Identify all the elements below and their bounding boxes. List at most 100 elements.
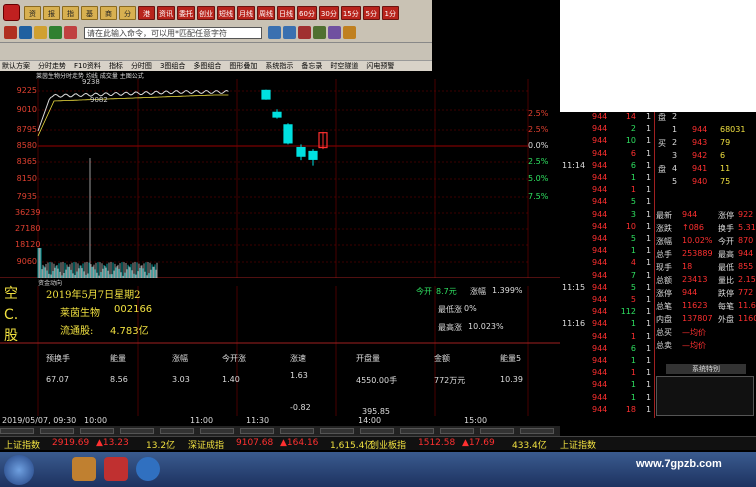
- toolbar-button[interactable]: 月线: [237, 6, 255, 20]
- start-button[interactable]: [4, 455, 34, 485]
- settings-icon[interactable]: [328, 26, 341, 39]
- toolbar-button[interactable]: 5分: [362, 6, 380, 20]
- app-icon[interactable]: [136, 457, 160, 481]
- menu-item[interactable]: 分时走势: [38, 61, 66, 71]
- index-name[interactable]: 上证指数: [560, 438, 596, 451]
- field-value: 10.02%: [682, 236, 713, 245]
- indicator-tab[interactable]: [200, 428, 234, 434]
- toolbar-button[interactable]: 短线: [217, 6, 235, 20]
- indicator-tab[interactable]: [240, 428, 274, 434]
- indicator-tab[interactable]: [360, 428, 394, 434]
- quote-price: 944: [592, 392, 608, 402]
- menu-item[interactable]: 指标: [109, 61, 123, 71]
- menu-item[interactable]: 闪电预警: [366, 61, 394, 71]
- menu-item[interactable]: 3图组合: [160, 61, 185, 71]
- order-label: 盘: [658, 113, 666, 122]
- home-icon[interactable]: [34, 26, 47, 39]
- change-label: 涨幅: [470, 287, 486, 296]
- chart-icon[interactable]: [64, 26, 77, 39]
- quote-volume: 6: [630, 148, 636, 158]
- quote-flag: 1: [646, 404, 652, 414]
- index-name[interactable]: 深证成指: [188, 438, 224, 451]
- menu-item[interactable]: 时空隧道: [330, 61, 358, 71]
- toolbar-button[interactable]: 资: [24, 6, 41, 20]
- toolbar-button[interactable]: 商: [100, 6, 117, 20]
- menu-item[interactable]: 图形叠加: [229, 61, 257, 71]
- toolbar-button[interactable]: 委托: [177, 6, 195, 20]
- toolbar-button[interactable]: 1分: [381, 6, 399, 20]
- top-toolbar: 资报指基商分港资讯 委托 创业 短线 月线 周线 日线 60分 30分 15分 5分 1分 请在此输入…: [0, 0, 432, 43]
- toolbar-button[interactable]: 60分: [297, 6, 317, 20]
- quote-volume: 1: [630, 380, 636, 390]
- print-icon[interactable]: [313, 26, 326, 39]
- index-volume: 1,615.4亿: [330, 441, 374, 451]
- menu-item[interactable]: 多图组合: [193, 61, 221, 71]
- annotation-high: 9238: [82, 78, 100, 86]
- stats-value: 8.56: [110, 375, 128, 384]
- help-icon[interactable]: [343, 26, 356, 39]
- quote-flag: 1: [646, 112, 652, 121]
- field-label: 总笔: [656, 302, 672, 311]
- quote-flag: 1: [646, 282, 652, 292]
- quote-volume: 3: [630, 209, 636, 219]
- field-label: 最高: [718, 250, 734, 259]
- system-panel-title: 系统特别: [666, 364, 746, 374]
- percent-tick-label: 2.5%: [528, 109, 549, 118]
- menu-item[interactable]: 分时图: [131, 61, 152, 71]
- menu-item[interactable]: 默认方案: [2, 61, 30, 71]
- indicator-tab[interactable]: [280, 428, 314, 434]
- index-change: ▲17.69: [462, 438, 495, 448]
- volume-tick-label: 18120: [15, 240, 41, 249]
- quote-flag: 1: [646, 136, 652, 146]
- toolbar-button[interactable]: 港: [138, 6, 155, 20]
- indicator-tab[interactable]: [320, 428, 354, 434]
- index-name[interactable]: 上证指数: [4, 438, 40, 451]
- index-name[interactable]: 创业板指: [370, 438, 406, 451]
- indicator-tab[interactable]: [520, 428, 554, 434]
- back-icon[interactable]: [19, 26, 32, 39]
- toolbar-button[interactable]: 创业: [197, 6, 215, 20]
- stats-value: 1.40: [222, 375, 240, 384]
- toolbar-button[interactable]: 报: [43, 6, 60, 20]
- menu-icon[interactable]: [4, 26, 17, 39]
- indicator-tab[interactable]: [0, 428, 34, 434]
- toolbar-button[interactable]: 30分: [318, 6, 339, 20]
- float-value: 4.783亿: [110, 326, 149, 337]
- zoom-icon[interactable]: [298, 26, 311, 39]
- toolbar-button[interactable]: 分: [119, 6, 136, 20]
- toolbar-button[interactable]: 周线: [257, 6, 275, 20]
- indicator-tab[interactable]: [440, 428, 474, 434]
- command-input[interactable]: 请在此输入命令，可以用*匹配任意字符: [84, 27, 262, 39]
- toolbar-button[interactable]: 15分: [340, 6, 361, 20]
- indicator-tab[interactable]: [40, 428, 74, 434]
- stats-value: 3.03: [172, 375, 190, 384]
- function-menu: 默认方案 分时走势 F10资料 指标 分时图 3图组合 多图组合 图形叠加 系统指示 备忘录 时空隧…: [0, 61, 432, 71]
- menu-item[interactable]: F10资料: [74, 61, 101, 71]
- indicator-tab[interactable]: [80, 428, 114, 434]
- toolbar-button[interactable]: 资讯: [157, 6, 175, 20]
- indicator-tab[interactable]: [120, 428, 154, 434]
- indicator-tab[interactable]: [480, 428, 514, 434]
- refresh-icon[interactable]: [268, 26, 281, 39]
- quote-volume: 6: [630, 343, 636, 353]
- candle-body: [308, 150, 318, 160]
- field-label: 现手: [656, 263, 672, 272]
- quote-flag: 1: [646, 331, 652, 341]
- toolbar-button[interactable]: 基: [81, 6, 98, 20]
- app-icon[interactable]: [104, 457, 128, 481]
- menu-item[interactable]: 备忘录: [301, 61, 322, 71]
- app-icon[interactable]: [72, 457, 96, 481]
- indicator-tab[interactable]: [160, 428, 194, 434]
- time-axis: 2019/05/07, 09:30 10:00 11:00 11:30 14:00 15:…: [0, 416, 560, 426]
- indicator-tab[interactable]: [400, 428, 434, 434]
- toolbar-button[interactable]: 指: [62, 6, 79, 20]
- field-label: 内盘: [656, 315, 672, 324]
- toolbar-button[interactable]: 日线: [277, 6, 295, 20]
- stats-header: 涨速: [290, 354, 306, 363]
- field-label: 跌停: [718, 289, 734, 298]
- search-icon[interactable]: [49, 26, 62, 39]
- forward-icon[interactable]: [283, 26, 296, 39]
- field-value: 944: [738, 249, 754, 258]
- quote-volume: 6: [630, 160, 636, 170]
- menu-item[interactable]: 系统指示: [265, 61, 293, 71]
